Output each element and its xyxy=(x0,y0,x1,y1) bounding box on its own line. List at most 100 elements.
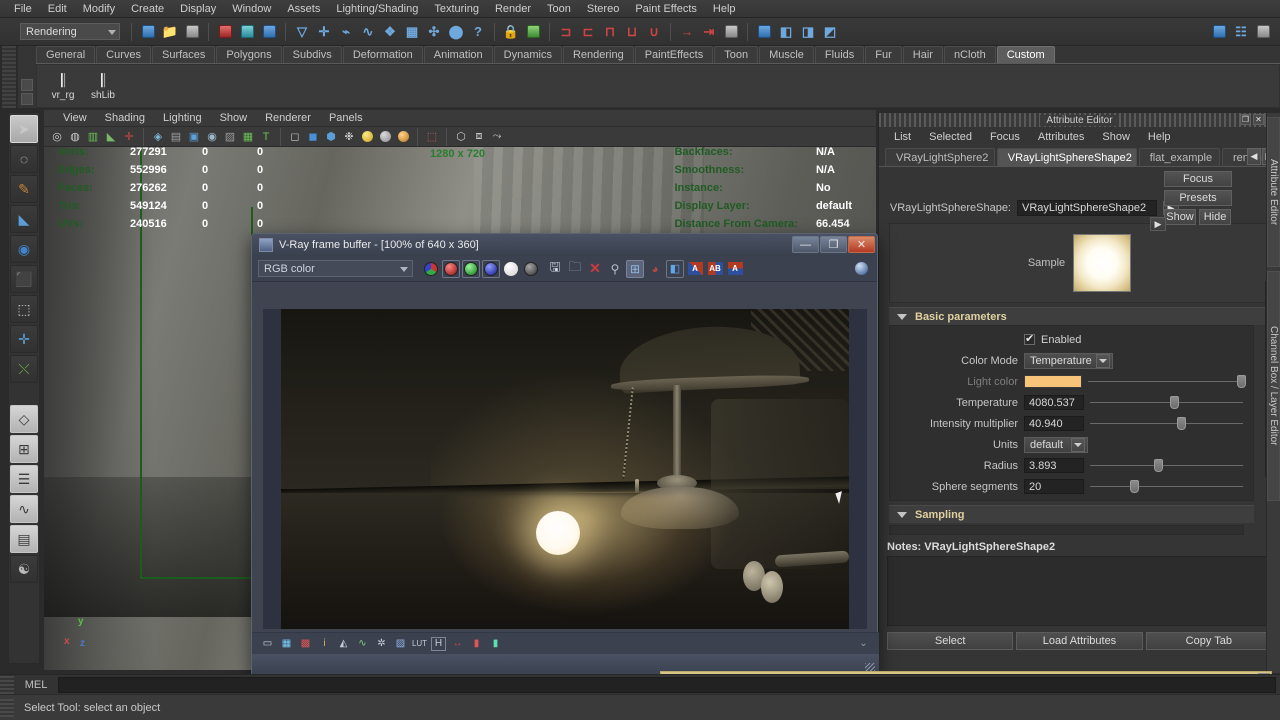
help-icon[interactable]: ? xyxy=(468,22,488,42)
shelf-tab-general[interactable]: General xyxy=(36,46,96,63)
ab-vertical-button[interactable]: A xyxy=(726,260,744,278)
show-hide-channel-box-icon[interactable] xyxy=(1209,22,1229,42)
layout-outliner-persp-button[interactable]: ☰ xyxy=(10,465,38,493)
select-button[interactable]: Select xyxy=(887,632,1014,650)
gear-icon[interactable]: ✲ xyxy=(374,637,389,651)
light-color-swatch[interactable] xyxy=(1024,375,1082,388)
use-all-lights-icon[interactable] xyxy=(377,129,393,145)
swatch-1-icon[interactable]: ▮ xyxy=(469,637,484,651)
vray-frame-buffer-window[interactable]: V-Ray frame buffer - [100% of 640 x 360]… xyxy=(251,233,879,677)
render-current-frame-icon[interactable] xyxy=(754,22,774,42)
slider-knob[interactable] xyxy=(1154,459,1164,472)
vertical-tab-channel-box[interactable]: Channel Box / Layer Editor xyxy=(1267,271,1280,501)
menu-texturing[interactable]: Texturing xyxy=(426,0,487,18)
menu-modify[interactable]: Modify xyxy=(75,0,123,18)
menu-lighting-shading[interactable]: Lighting/Shading xyxy=(328,0,426,18)
magnet-snap-4-icon[interactable]: ⊔ xyxy=(622,22,642,42)
track-mouse-button[interactable]: ⚲ xyxy=(606,260,624,278)
exposure-control-icon[interactable]: ⤳ xyxy=(489,129,505,145)
ae-menu-attributes[interactable]: Attributes xyxy=(1029,131,1093,143)
ae-menu-selected[interactable]: Selected xyxy=(920,131,981,143)
isolate-select-icon[interactable]: ⬚ xyxy=(424,129,440,145)
ab-diagonal-button[interactable]: A xyxy=(686,260,704,278)
temperature-field[interactable]: 4080.537 xyxy=(1024,395,1084,410)
safe-title-icon[interactable]: T xyxy=(258,129,274,145)
close-icon[interactable]: ✕ xyxy=(1253,114,1264,125)
temperature-slider[interactable] xyxy=(1090,395,1243,410)
mel-command-input[interactable] xyxy=(58,676,1276,693)
new-scene-icon[interactable] xyxy=(138,22,158,42)
input-connection-icon[interactable]: → xyxy=(677,22,697,42)
magnet-snap-5-icon[interactable]: ∪ xyxy=(644,22,664,42)
shelf-tab-toon[interactable]: Toon xyxy=(714,46,759,63)
minimize-icon[interactable]: — xyxy=(792,236,819,253)
menu-window[interactable]: Window xyxy=(224,0,279,18)
menu-stereo[interactable]: Stereo xyxy=(579,0,627,18)
menu-edit[interactable]: Edit xyxy=(40,0,75,18)
save-image-button[interactable]: 🖫 xyxy=(546,259,564,278)
units-dropdown[interactable]: default xyxy=(1024,436,1088,453)
command-line-grip[interactable] xyxy=(0,675,14,694)
load-attributes-button[interactable]: Load Attributes xyxy=(1016,632,1143,650)
force-color-clamp-icon[interactable]: ▭ xyxy=(260,637,275,651)
use-default-lighting-icon[interactable] xyxy=(359,129,375,145)
rendered-image[interactable] xyxy=(281,309,849,629)
notes-textarea[interactable] xyxy=(887,556,1272,626)
menu-assets[interactable]: Assets xyxy=(279,0,328,18)
wireframe-shading-icon[interactable]: ◻ xyxy=(287,129,303,145)
shelf-tab-deformation[interactable]: Deformation xyxy=(342,46,423,63)
ae-menu-help[interactable]: Help xyxy=(1139,131,1180,143)
stereo-view-button[interactable]: ◧ xyxy=(666,259,684,278)
maximize-icon[interactable]: ❐ xyxy=(820,236,847,253)
shadows-icon[interactable] xyxy=(395,129,411,145)
layout-hypershade-persp-button[interactable]: ▤ xyxy=(10,525,38,553)
sample-swatch[interactable] xyxy=(1073,234,1132,292)
field-chart-icon[interactable]: ▨ xyxy=(222,129,238,145)
close-icon[interactable]: ✕ xyxy=(848,236,875,253)
show-hide-attribute-editor-icon[interactable]: ☷ xyxy=(1231,22,1251,42)
lut-icon[interactable]: LUT xyxy=(412,637,427,651)
save-scene-icon[interactable] xyxy=(182,22,202,42)
shelf-tab-dynamics[interactable]: Dynamics xyxy=(493,46,562,63)
menu-help[interactable]: Help xyxy=(705,0,744,18)
paint-select-tool-button[interactable]: ✎ xyxy=(10,175,38,203)
snap-view-plane-icon[interactable]: ▦ xyxy=(402,22,422,42)
slider-knob[interactable] xyxy=(1129,480,1139,493)
open-scene-icon[interactable]: 📁 xyxy=(160,22,180,42)
rgb-channel-button[interactable] xyxy=(422,260,440,278)
alpha-channel-button[interactable] xyxy=(502,260,520,278)
shelf-tab-subdivs[interactable]: Subdivs xyxy=(282,46,342,63)
shelf-tab-hair[interactable]: Hair xyxy=(902,46,943,63)
layout-persp-graph-button[interactable]: ∿ xyxy=(10,495,38,523)
snap-curve-icon[interactable]: ⌁ xyxy=(336,22,356,42)
smooth-shade-textured-icon[interactable]: ⬢ xyxy=(323,129,339,145)
ae-menu-focus[interactable]: Focus xyxy=(981,131,1029,143)
color-corrections-icon[interactable]: ▩ xyxy=(298,637,313,651)
viewport-menu-view[interactable]: View xyxy=(54,110,96,127)
gate-mask-icon[interactable]: ◉ xyxy=(204,129,220,145)
menu-paint-effects[interactable]: Paint Effects xyxy=(627,0,705,18)
levels-icon[interactable]: ▨ xyxy=(393,637,408,651)
radius-field[interactable]: 3.893 xyxy=(1024,458,1084,473)
shelf-tab-menu-button[interactable] xyxy=(21,79,33,91)
load-image-button[interactable]: 🗀 xyxy=(566,259,584,278)
ae-tab-flat-example[interactable]: flat_example xyxy=(1138,148,1220,166)
select-tool-button[interactable]: ➤ xyxy=(10,115,38,143)
construction-history-icon[interactable]: ⬤ xyxy=(446,22,466,42)
viewport-menu-lighting[interactable]: Lighting xyxy=(154,110,211,127)
rotate-tool-button[interactable]: ◉ xyxy=(10,235,38,263)
snap-point-icon[interactable]: ∿ xyxy=(358,22,378,42)
hue-icon[interactable]: H xyxy=(431,636,446,651)
magnet-snap-1-icon[interactable]: ⊐ xyxy=(556,22,576,42)
snap-projected-icon[interactable]: ❖ xyxy=(380,22,400,42)
wireframe-on-shaded-icon[interactable]: ❉ xyxy=(341,129,357,145)
blue-channel-button[interactable] xyxy=(482,259,500,278)
grid-toggle-icon[interactable]: ◈ xyxy=(150,129,166,145)
curve-icon[interactable]: ∿ xyxy=(355,637,370,651)
intensity-multiplier-field[interactable]: 40.940 xyxy=(1024,416,1084,431)
srgb-display-icon[interactable]: ▦ xyxy=(279,637,294,651)
shelf-button-vr-rg[interactable]: 𝄃 vr_rg xyxy=(43,72,83,101)
red-channel-button[interactable] xyxy=(442,259,460,278)
shelf-tab-surfaces[interactable]: Surfaces xyxy=(151,46,216,63)
region-render-button[interactable]: ⊞ xyxy=(626,259,644,278)
